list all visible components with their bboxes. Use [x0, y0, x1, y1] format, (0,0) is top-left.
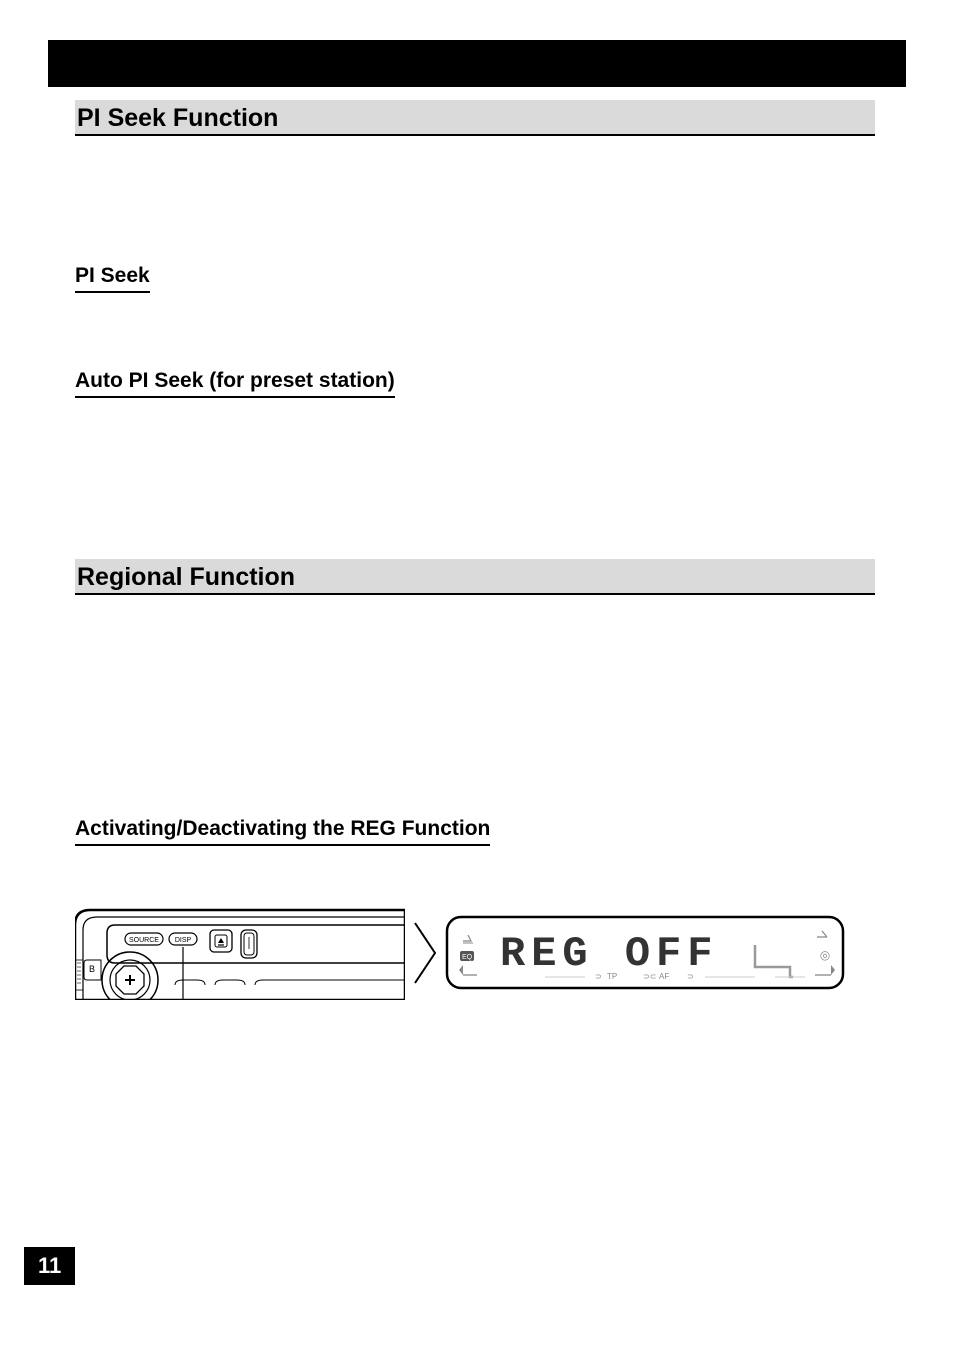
heading-activating-reg: Activating/Deactivating the REG Function [75, 817, 490, 846]
disp-button-label: DISP [175, 937, 192, 944]
heading-pi-seek-function: PI Seek Function [75, 100, 875, 136]
header-black-bar [48, 40, 906, 87]
svg-text:⊃⊂: ⊃⊂ [643, 972, 656, 981]
stereo-icon: ◎ [820, 948, 830, 962]
arrow-right-icon [411, 918, 439, 988]
device-display-row: SOURCE DISP [75, 905, 875, 1000]
source-button-label: SOURCE [129, 937, 159, 944]
heading-regional-function: Regional Function [75, 559, 875, 595]
af-indicator: AF [659, 972, 669, 981]
heading-pi-seek: PI Seek [75, 264, 150, 293]
car-stereo-illustration: SOURCE DISP [75, 905, 405, 1000]
tp-indicator: TP [607, 972, 617, 981]
svg-text:⊃: ⊃ [687, 972, 694, 981]
lcd-display: EQ REG OFF ⊃ TP ⊃⊂ AF ⊃ ◎ [445, 915, 845, 990]
heading-auto-pi-seek: Auto PI Seek (for preset station) [75, 369, 395, 398]
eq-label: EQ [462, 954, 473, 961]
page-number: 11 [24, 1247, 75, 1285]
display-main-text: REG OFF [500, 930, 718, 978]
svg-text:⊃: ⊃ [595, 972, 602, 981]
svg-text:B: B [89, 964, 95, 974]
